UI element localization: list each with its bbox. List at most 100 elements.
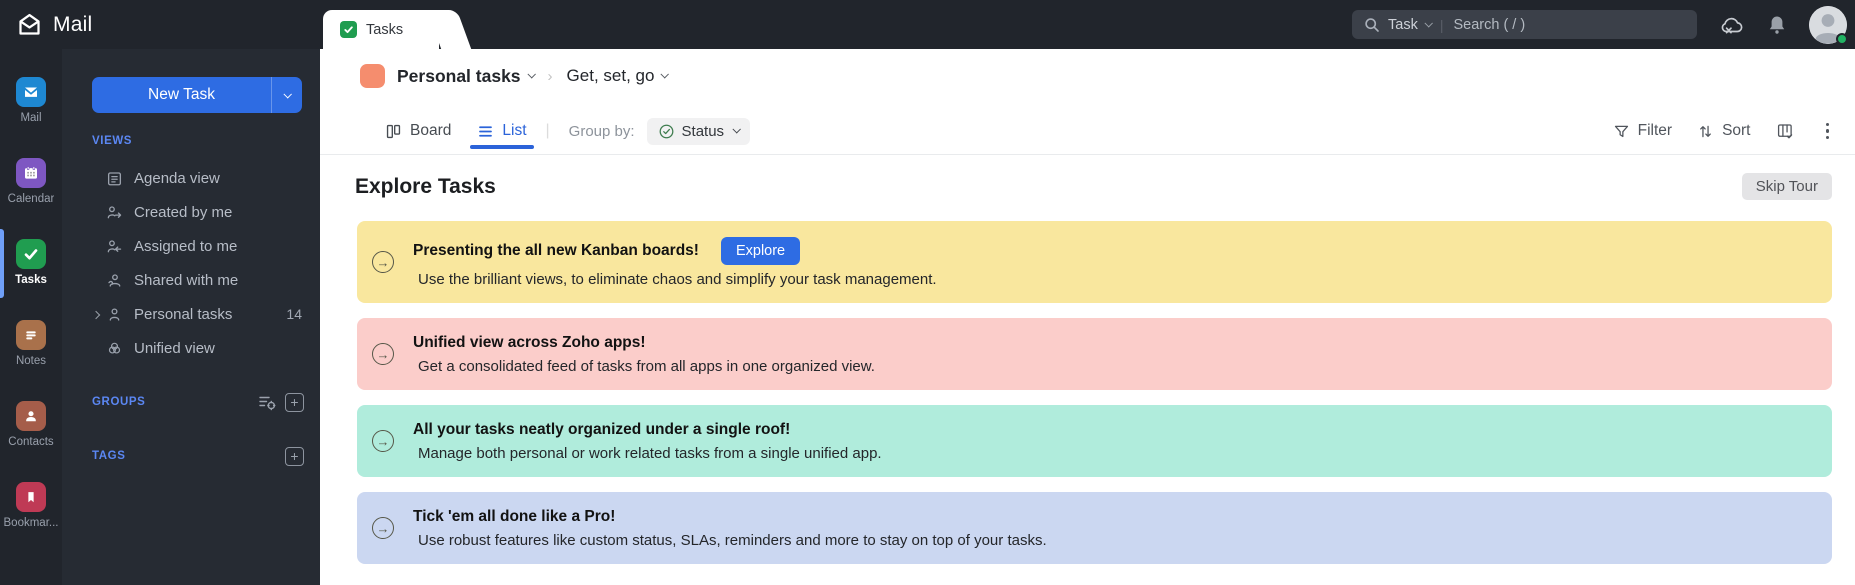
new-task-button[interactable]: New Task (92, 77, 271, 113)
rail-item-label: Calendar (7, 193, 55, 205)
add-group-button[interactable]: + (285, 392, 304, 412)
breadcrumb-list-name[interactable]: Personal tasks (397, 66, 521, 87)
tour-banner-pro-features: → Tick 'em all done like a Pro! Use robu… (357, 492, 1832, 564)
mail-icon (16, 77, 46, 107)
sidebar-item-label: Shared with me (134, 271, 239, 289)
rail-item-mail[interactable]: Mail (0, 77, 62, 124)
tour-banner-single-roof: → All your tasks neatly organized under … (357, 405, 1832, 477)
agenda-view-icon (105, 170, 123, 187)
filter-button[interactable]: Filter (1613, 122, 1672, 140)
more-options-menu[interactable] (1820, 121, 1836, 142)
tab-list[interactable]: List (470, 122, 534, 149)
banner-title: Tick 'em all done like a Pro! (413, 507, 616, 525)
rail-item-label: Tasks (15, 274, 47, 286)
tour-banner-unified-view: → Unified view across Zoho apps! Get a c… (357, 318, 1832, 390)
sidebar-item-unified-view[interactable]: Unified view (62, 331, 320, 365)
arrow-right-circle-icon[interactable]: → (372, 343, 394, 365)
expand-chevron-icon[interactable] (91, 305, 101, 323)
banner-subtitle: Get a consolidated feed of tasks from al… (418, 357, 875, 375)
chevron-down-icon (1424, 18, 1433, 28)
banner-title: Unified view across Zoho apps! (413, 333, 646, 351)
search-entity-selector[interactable]: Task (1388, 17, 1418, 33)
sidebar-item-assigned-to-me[interactable]: Assigned to me (62, 229, 320, 263)
plus-icon: + (290, 394, 299, 410)
page-title: Explore Tasks (355, 174, 496, 198)
app-logo[interactable]: Mail (16, 11, 92, 38)
chevron-down-icon[interactable] (527, 70, 536, 79)
board-kanban-icon (386, 124, 401, 138)
rail-item-calendar[interactable]: Calendar (0, 158, 62, 205)
sort-arrows-icon (1700, 125, 1711, 137)
new-task-dropdown-button[interactable] (271, 77, 302, 113)
search-divider: | (1439, 16, 1444, 33)
sort-label: Sort (1722, 122, 1751, 139)
add-tag-button[interactable]: + (285, 446, 304, 466)
rail-item-label: Bookmar... (3, 517, 59, 529)
rail-item-label: Notes (15, 355, 47, 367)
banner-subtitle: Use the brilliant views, to eliminate ch… (418, 270, 937, 288)
arrow-right-circle-icon[interactable]: → (372, 430, 394, 452)
breadcrumb-separator: › (547, 67, 553, 85)
sidebar-item-label: Personal tasks (134, 305, 233, 323)
rail-item-notes[interactable]: Notes (0, 320, 62, 367)
personal-tasks-icon (105, 306, 123, 323)
list-color-swatch (360, 64, 385, 88)
active-indicator (0, 229, 4, 298)
topbar: Mail Task | Search ( / ) (0, 0, 1855, 49)
search-bar[interactable]: Task | Search ( / ) (1352, 10, 1697, 39)
banner-title: All your tasks neatly organized under a … (413, 420, 791, 438)
sidebar-item-label: Unified view (134, 339, 215, 357)
sidebar-item-created-by-me[interactable]: Created by me (62, 195, 320, 229)
tour-banner-kanban: → Presenting the all new Kanban boards! … (357, 221, 1832, 303)
tasks-icon (16, 239, 46, 269)
offline-cloud-icon[interactable] (1718, 13, 1745, 37)
tab-board[interactable]: Board (385, 122, 451, 140)
views-section-label: VIEWS (92, 135, 133, 147)
tab-tasks-label: Tasks (366, 21, 404, 38)
rail-item-label: Contacts (8, 436, 54, 448)
sort-button[interactable]: Sort (1697, 122, 1751, 140)
sidebar-item-personal-tasks[interactable]: Personal tasks 14 (62, 297, 320, 331)
tab-tasks[interactable]: Tasks (323, 10, 439, 49)
rail-item-bookmarks[interactable]: Bookmar... (0, 482, 62, 529)
notification-bell-icon[interactable] (1766, 13, 1788, 37)
contacts-icon (16, 401, 46, 431)
calendar-icon (16, 158, 46, 188)
breadcrumb-view-name[interactable]: Get, set, go (567, 66, 655, 86)
arrow-right-circle-icon[interactable]: → (372, 251, 394, 273)
group-by-status-dropdown[interactable]: Status (646, 117, 751, 145)
toolbar-divider-line (320, 154, 1855, 155)
sidebar-item-label: Created by me (134, 203, 233, 221)
bookmarks-icon (16, 482, 46, 512)
filter-funnel-icon (1614, 125, 1628, 137)
sidebar-item-shared-with-me[interactable]: Shared with me (62, 263, 320, 297)
topbar-right: Task | Search ( / ) (1352, 0, 1848, 49)
main-content: Personal tasks › Get, set, go Board List (320, 49, 1855, 585)
personal-tasks-count: 14 (286, 306, 302, 322)
board-label: Board (410, 122, 452, 139)
toolbar-right: Filter Sort (1613, 121, 1835, 142)
tasks-sidebar: New Task VIEWS Agenda view Created by me… (62, 49, 320, 585)
explore-button[interactable]: Explore (720, 236, 801, 265)
tags-section-label: TAGS (92, 450, 126, 462)
plus-icon: + (290, 448, 299, 464)
banner-title: Presenting the all new Kanban boards! (413, 241, 699, 259)
search-input[interactable]: Search ( / ) (1453, 17, 1525, 33)
user-avatar[interactable] (1809, 5, 1848, 45)
groups-section-row: GROUPS + (62, 387, 320, 417)
list-label: List (502, 122, 527, 139)
sidebar-item-agenda-view[interactable]: Agenda view (62, 161, 320, 195)
active-tab-underline (470, 145, 534, 149)
manage-groups-icon[interactable] (258, 394, 277, 411)
rail-item-contacts[interactable]: Contacts (0, 401, 62, 448)
skip-tour-button[interactable]: Skip Tour (1741, 173, 1832, 200)
app-rail: Mail Calendar Tasks Notes Contacts Bookm… (0, 49, 62, 585)
arrow-right-circle-icon[interactable]: → (372, 517, 394, 539)
customize-columns-icon[interactable] (1776, 122, 1795, 141)
mail-logo-icon (19, 13, 40, 35)
zoho-mail-tasks-app: Mail Task | Search ( / ) Tasks Mail Cale… (0, 0, 1855, 585)
chevron-down-icon[interactable] (660, 70, 670, 79)
list-icon (479, 125, 493, 137)
rail-item-tasks[interactable]: Tasks (0, 229, 62, 298)
banner-subtitle: Manage both personal or work related tas… (418, 444, 882, 462)
